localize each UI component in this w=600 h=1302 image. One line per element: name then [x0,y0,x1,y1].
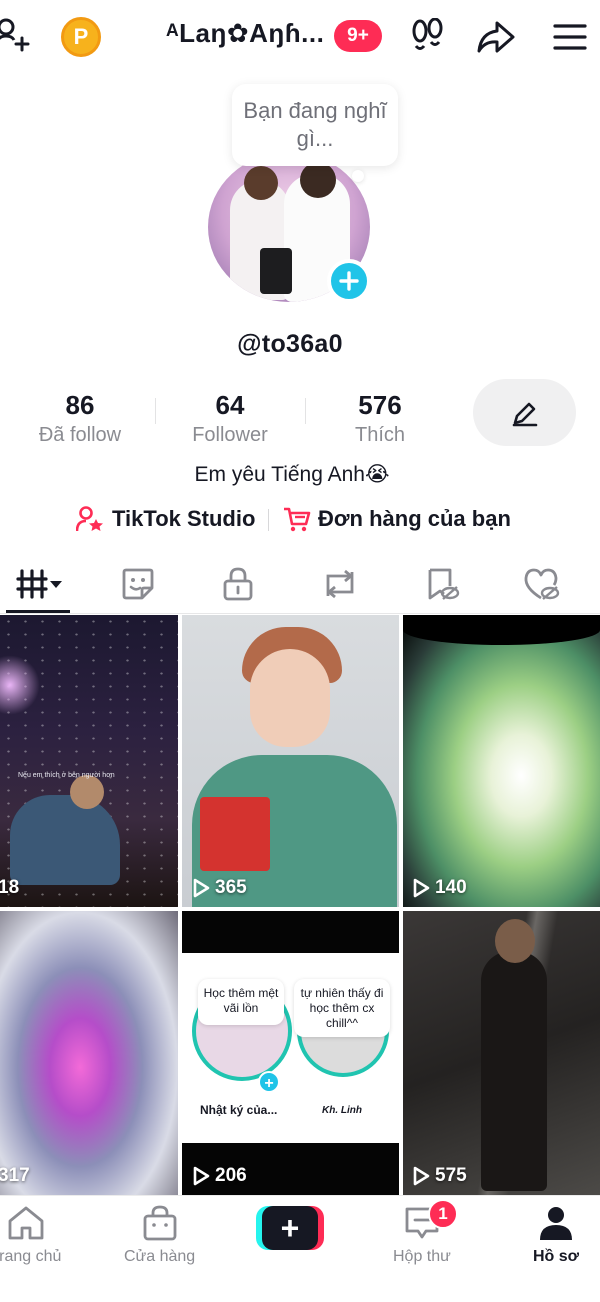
stat-followers[interactable]: 64 Follower [155,390,305,448]
profile-links: TikTok Studio Đơn hàng của bạn [0,505,600,535]
video-thumbnail[interactable]: 317 [0,911,178,1195]
share-icon[interactable] [475,17,517,57]
stat-likes[interactable]: 576 Thích [305,390,455,448]
view-count: 575 [412,1165,467,1187]
notification-badge: 9+ [334,20,382,52]
nav-shop[interactable]: Cửa hàng [124,1204,195,1266]
play-icon [413,878,430,898]
nav-shop-label: Cửa hàng [124,1248,196,1265]
nav-home[interactable]: Trang chủ [0,1204,61,1266]
tab-stickers[interactable] [108,564,168,604]
view-count-value: 206 [215,1165,247,1186]
orders-link[interactable]: Đơn hàng của bạn [282,505,511,533]
active-tab-indicator [6,610,70,613]
videos-grid-icon [16,569,62,599]
add-story-icon[interactable] [327,259,371,303]
inbox-badge: 1 [428,1199,458,1229]
view-count-value: 575 [435,1165,467,1186]
repost-icon [326,569,354,599]
studio-icon [76,506,103,532]
plus-icon: + [258,1071,280,1093]
view-count: 365 [192,877,247,899]
sticker-icon [122,568,154,600]
video-caption: Nếu em thích ở bên người hơn [18,772,115,779]
divider [268,509,269,531]
menu-icon[interactable] [553,22,587,52]
stat-label: Đã follow [38,424,122,446]
bottom-nav: Trang chủ Cửa hàng + Hộp thư Hồ sơ [0,1195,600,1302]
tab-liked[interactable] [512,564,572,604]
tab-videos[interactable] [10,564,70,604]
play-icon [413,1166,430,1186]
status-bubble[interactable]: Bạn đang nghĩ gì... [232,84,398,166]
pencil-icon [512,402,537,426]
profile-name-title[interactable]: ᴬLaŋ✿Aŋɦ... [166,18,324,49]
video-thumbnail[interactable]: 575 [403,911,600,1195]
tab-favorites[interactable] [412,564,472,604]
coin-icon[interactable]: P [61,17,101,57]
bubble-tail [352,170,364,182]
lock-icon [223,567,253,601]
studio-label: TikTok Studio [112,506,256,531]
nav-home-label: Trang chủ [0,1248,62,1265]
tab-reposts[interactable] [310,564,370,604]
create-button[interactable]: + [256,1206,324,1250]
top-bar: P ᴬLaŋ✿Aŋɦ... 9+ [0,0,600,76]
nav-profile[interactable]: Hồ sơ [533,1204,579,1266]
username[interactable]: @to36a0 [0,330,580,359]
video-thumbnail[interactable]: Học thêm mệt vãi lồn tự nhiên thấy đi họ… [182,911,399,1195]
profile-bio: Em yêu Tiếng Anh😭 [194,463,390,486]
video-caption-right: Kh. Linh [322,1105,362,1116]
orders-label: Đơn hàng của bạn [318,506,511,531]
view-count: 206 [192,1165,247,1187]
stat-label: Thích [354,424,406,446]
view-count-value: 365 [215,877,247,898]
view-count: 140 [412,877,467,899]
stat-value: 576 [358,390,402,420]
cart-icon [284,507,311,532]
view-count-value: 140 [435,877,467,898]
video-thumbnail[interactable]: 365 [182,615,399,907]
view-count: 18 [0,877,19,899]
play-icon [193,1166,210,1186]
video-caption-left: Nhật ký của... [200,1103,278,1117]
profile-icon [540,1207,573,1240]
stat-value: 64 [215,390,245,420]
tab-private[interactable] [208,564,268,604]
tiktok-studio-link[interactable]: TikTok Studio [76,505,255,533]
nav-profile-label: Hồ sơ [533,1248,580,1265]
create-plus-icon: + [262,1206,318,1250]
favorites-hidden-icon [428,568,460,600]
nav-inbox-label: Hộp thư [393,1248,451,1265]
video-grid: Nếu em thích ở bên người hơn 18 365 140 … [0,615,600,1195]
footprints-icon[interactable] [410,17,446,54]
content-tabs [0,556,600,614]
edit-profile-button[interactable] [473,379,576,446]
home-icon [8,1206,44,1240]
view-count-value: 18 [0,877,20,898]
shopping-bag-icon [143,1205,176,1241]
video-thumbnail[interactable]: 140 [403,615,600,907]
stat-value: 86 [65,390,95,420]
play-icon [193,878,210,898]
story-bubble-left: Học thêm mệt vãi lồn [198,979,284,1025]
stat-label: Follower [192,424,268,446]
video-thumbnail[interactable]: Nếu em thích ở bên người hơn 18 [0,615,178,907]
liked-hidden-icon [524,568,560,600]
view-count-value: 317 [0,1165,30,1186]
stat-following[interactable]: 86 Đã follow [5,390,155,448]
view-count: 317 [0,1165,30,1187]
story-bubble-right: tự nhiên thấy đi học thêm cx chill^^ [294,979,390,1037]
add-friend-icon[interactable] [0,16,32,52]
